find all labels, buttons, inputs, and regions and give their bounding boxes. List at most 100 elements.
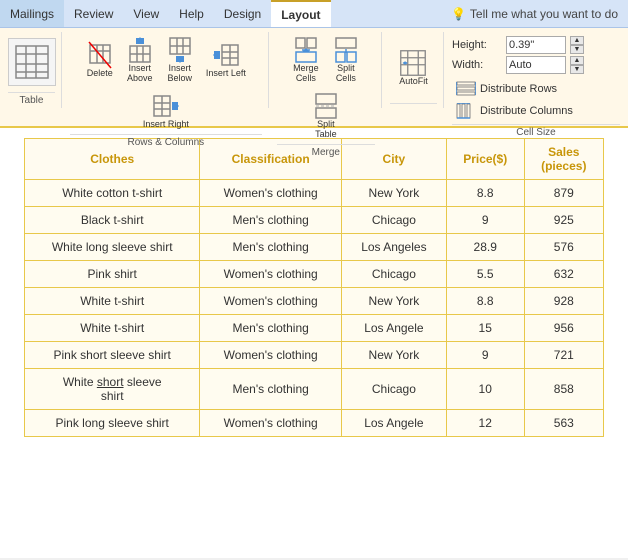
tell-me-bar[interactable]: 💡 Tell me what you want to do — [441, 7, 628, 21]
menu-layout[interactable]: Layout — [271, 0, 330, 27]
split-cells-icon — [332, 36, 360, 64]
width-value: Auto — [509, 59, 532, 71]
table-cell: New York — [341, 288, 446, 315]
tell-me-text: Tell me what you want to do — [470, 7, 618, 21]
lightbulb-icon: 💡 — [451, 7, 466, 21]
insert-below-button[interactable]: InsertBelow — [162, 34, 198, 86]
width-input[interactable]: Auto — [506, 56, 566, 74]
split-cells-label: SplitCells — [336, 64, 356, 84]
distribute-cols-icon — [456, 103, 476, 119]
distribute-rows-label: Distribute Rows — [480, 83, 557, 95]
table-cell: 8.8 — [446, 180, 524, 207]
table-cell: 15 — [446, 315, 524, 342]
table-row: Pink long sleeve shirtWomen's clothingLo… — [25, 410, 604, 437]
height-up-arrow[interactable]: ▲ — [570, 36, 584, 45]
delete-button[interactable]: Delete — [82, 39, 118, 81]
table-row: Pink short sleeve shirtWomen's clothingN… — [25, 342, 604, 369]
ribbon-group-autofit: AutoFit — [384, 32, 444, 108]
menu-mailings[interactable]: Mailings — [0, 0, 64, 27]
autofit-button[interactable]: AutoFit — [395, 47, 432, 89]
table-cell: 12 — [446, 410, 524, 437]
insert-right-label: Insert Right — [143, 120, 189, 130]
split-table-label: SplitTable — [315, 120, 337, 140]
table-cell: 721 — [524, 342, 603, 369]
autofit-icon — [399, 49, 427, 77]
width-label: Width: — [452, 59, 502, 71]
insert-below-label: InsertBelow — [168, 64, 193, 84]
table-cell: Men's clothing — [200, 234, 342, 261]
table-cell: Women's clothing — [200, 342, 342, 369]
distribute-rows-button[interactable]: Distribute Rows — [452, 80, 584, 98]
insert-left-button[interactable]: Insert Left — [202, 39, 250, 81]
table-cell: White short sleeveshirt — [25, 369, 200, 410]
insert-above-button[interactable]: InsertAbove — [122, 34, 158, 86]
width-up-arrow[interactable]: ▲ — [570, 56, 584, 65]
col-sales: Sales(pieces) — [524, 139, 603, 180]
menu-review[interactable]: Review — [64, 0, 123, 27]
table-row: Black t-shirtMen's clothingChicago9925 — [25, 207, 604, 234]
table-area: Clothes Classification City Price($) Sal… — [0, 128, 628, 558]
split-cells-button[interactable]: SplitCells — [328, 34, 364, 86]
table-cell: Men's clothing — [200, 369, 342, 410]
table-cell: 632 — [524, 261, 603, 288]
distribute-rows-icon — [456, 81, 476, 97]
table-cell: 9 — [446, 342, 524, 369]
table-cell: Chicago — [341, 369, 446, 410]
split-table-button[interactable]: SplitTable — [308, 90, 344, 142]
table-cell: Women's clothing — [200, 410, 342, 437]
delete-icon — [86, 41, 114, 69]
table-cell: 925 — [524, 207, 603, 234]
merge-cells-label: MergeCells — [293, 64, 319, 84]
table-cell: Los Angele — [341, 410, 446, 437]
table-cell: 563 — [524, 410, 603, 437]
merge-cells-icon — [292, 36, 320, 64]
insert-above-icon — [126, 36, 154, 64]
table-cell: 9 — [446, 207, 524, 234]
table-cell: 858 — [524, 369, 603, 410]
insert-right-button[interactable]: Insert Right — [139, 90, 193, 132]
table-cell: Pink long sleeve shirt — [25, 410, 200, 437]
insert-below-icon — [166, 36, 194, 64]
width-row: Width: Auto ▲ ▼ — [452, 56, 584, 74]
merge-cells-button[interactable]: MergeCells — [288, 34, 324, 86]
col-price: Price($) — [446, 139, 524, 180]
height-label: Height: — [452, 39, 502, 51]
data-table: Clothes Classification City Price($) Sal… — [24, 138, 604, 437]
table-row: White t-shirtWomen's clothingNew York8.8… — [25, 288, 604, 315]
table-cell: Men's clothing — [200, 315, 342, 342]
height-down-arrow[interactable]: ▼ — [570, 45, 584, 54]
table-cell: Los Angele — [341, 315, 446, 342]
ribbon: Table Delete — [0, 28, 628, 128]
distribute-cols-button[interactable]: Distribute Columns — [452, 102, 584, 120]
table-cell: 879 — [524, 180, 603, 207]
autofit-group-label — [390, 103, 437, 106]
height-spinner[interactable]: ▲ ▼ — [570, 36, 584, 54]
insert-above-label: InsertAbove — [127, 64, 153, 84]
table-cell: 928 — [524, 288, 603, 315]
menu-view[interactable]: View — [123, 0, 169, 27]
table-group-label: Table — [8, 92, 55, 106]
table-cell: Women's clothing — [200, 261, 342, 288]
table-cell: Pink shirt — [25, 261, 200, 288]
ribbon-group-cellsize: Height: 0.39" ▲ ▼ Width: Auto ▲ — [446, 32, 626, 108]
menu-help[interactable]: Help — [169, 0, 214, 27]
ribbon-group-table: Table — [2, 32, 62, 108]
cellsize-group-label: Cell Size — [452, 124, 620, 138]
table-cell: Chicago — [341, 261, 446, 288]
table-cell: Women's clothing — [200, 288, 342, 315]
menu-design[interactable]: Design — [214, 0, 271, 27]
table-row: White t-shirtMen's clothingLos Angele159… — [25, 315, 604, 342]
width-spinner[interactable]: ▲ ▼ — [570, 56, 584, 74]
delete-label: Delete — [87, 69, 113, 79]
table-row: White short sleeveshirtMen's clothingChi… — [25, 369, 604, 410]
table-cell: Pink short sleeve shirt — [25, 342, 200, 369]
table-cell: Los Angeles — [341, 234, 446, 261]
width-down-arrow[interactable]: ▼ — [570, 65, 584, 74]
table-cell: White long sleeve shirt — [25, 234, 200, 261]
rows-cols-group-label: Rows & Columns — [70, 134, 262, 148]
table-cell: Black t-shirt — [25, 207, 200, 234]
height-input[interactable]: 0.39" — [506, 36, 566, 54]
distribute-cols-label: Distribute Columns — [480, 105, 573, 117]
table-cell: 5.5 — [446, 261, 524, 288]
table-cell: White t-shirt — [25, 315, 200, 342]
